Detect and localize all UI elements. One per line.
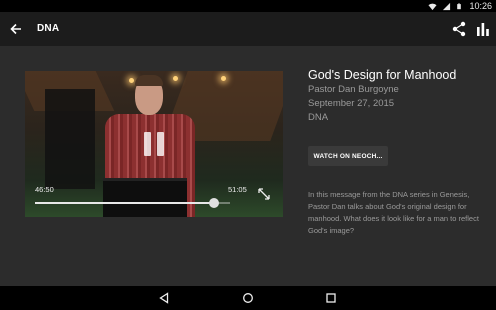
music-stand xyxy=(45,89,95,189)
speaker-hair xyxy=(135,75,163,86)
content-area: 46:50 51:05 God's Design for Manhood Pas… xyxy=(0,46,496,286)
stage-light xyxy=(221,76,226,81)
navigation-bar xyxy=(0,286,496,310)
wifi-icon xyxy=(428,3,438,10)
nav-recents-icon[interactable] xyxy=(325,292,337,304)
battery-icon xyxy=(457,3,462,9)
stage-light xyxy=(129,78,134,83)
signal-icon xyxy=(443,2,451,10)
total-time: 51:05 xyxy=(228,185,247,194)
nav-back-icon[interactable] xyxy=(158,292,170,304)
seek-bar[interactable] xyxy=(35,198,230,208)
back-arrow-icon[interactable] xyxy=(8,21,24,37)
episode-info: God's Design for Manhood Pastor Dan Burg… xyxy=(308,67,488,237)
podium xyxy=(103,178,187,217)
nav-home-icon[interactable] xyxy=(242,292,254,304)
episode-title: God's Design for Manhood xyxy=(308,68,457,82)
watch-button[interactable]: WATCH ON NEOCH... xyxy=(308,146,388,166)
status-bar: 10:26 xyxy=(0,0,496,12)
app-bar: DNA xyxy=(0,12,496,46)
status-time: 10:26 xyxy=(469,1,492,11)
page-title: DNA xyxy=(37,23,60,34)
current-time: 46:50 xyxy=(35,185,54,194)
video-player[interactable]: 46:50 51:05 xyxy=(25,71,283,217)
episode-series: DNA xyxy=(308,112,329,123)
episode-date: September 27, 2015 xyxy=(308,98,395,109)
episode-description: In this message from the DNA series in G… xyxy=(308,190,479,235)
fullscreen-icon[interactable] xyxy=(257,187,271,201)
share-icon[interactable] xyxy=(452,21,466,37)
episode-speaker: Pastor Dan Burgoyne xyxy=(308,84,399,95)
pause-icon[interactable] xyxy=(144,132,166,156)
stage-light xyxy=(173,76,178,81)
seek-thumb[interactable] xyxy=(208,198,219,208)
bar-chart-icon[interactable] xyxy=(476,21,490,37)
seek-progress xyxy=(35,202,214,204)
